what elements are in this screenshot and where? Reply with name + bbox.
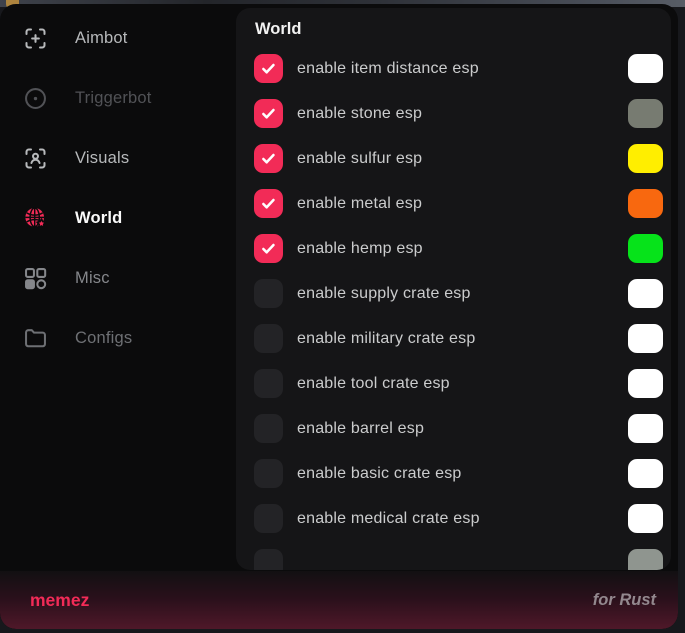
- sidebar-item-triggerbot[interactable]: Triggerbot: [0, 68, 236, 128]
- option-label: enable metal esp: [297, 195, 614, 213]
- brand-name: memez: [30, 590, 89, 611]
- options-list: enable item distance esp enable stone es…: [254, 46, 663, 570]
- color-swatch[interactable]: [628, 504, 663, 533]
- option-label: enable supply crate esp: [297, 285, 614, 303]
- option-row: enable basic crate esp: [254, 451, 663, 496]
- option-row: enable item distance esp: [254, 46, 663, 91]
- option-row: enable hemp esp: [254, 226, 663, 271]
- circle-dot-icon: [22, 85, 49, 112]
- option-label: enable sulfur esp: [297, 150, 614, 168]
- world-settings-panel[interactable]: World enable item distance esp enable st…: [236, 8, 671, 570]
- option-row: enable barrel esp: [254, 406, 663, 451]
- color-swatch[interactable]: [628, 549, 663, 570]
- esp-checkbox[interactable]: [254, 504, 283, 533]
- esp-checkbox[interactable]: [254, 99, 283, 128]
- option-label: enable military crate esp: [297, 330, 614, 348]
- globe-star-icon: [22, 205, 49, 232]
- esp-checkbox[interactable]: [254, 234, 283, 263]
- footer-bar: memez for Rust: [0, 571, 678, 629]
- option-label: enable item distance esp: [297, 60, 614, 78]
- option-row: [254, 541, 663, 570]
- esp-checkbox[interactable]: [254, 324, 283, 353]
- sidebar-item-world[interactable]: World: [0, 188, 236, 248]
- color-swatch[interactable]: [628, 369, 663, 398]
- crosshair-scan-icon: [22, 25, 49, 52]
- esp-checkbox[interactable]: [254, 279, 283, 308]
- option-label: enable stone esp: [297, 105, 614, 123]
- esp-checkbox[interactable]: [254, 189, 283, 218]
- color-swatch[interactable]: [628, 279, 663, 308]
- sidebar-nav: Aimbot Triggerbot Visuals World Misc Con…: [0, 4, 236, 571]
- option-row: enable military crate esp: [254, 316, 663, 361]
- sidebar-item-aimbot[interactable]: Aimbot: [0, 8, 236, 68]
- esp-checkbox[interactable]: [254, 369, 283, 398]
- content-panel-wrap: World enable item distance esp enable st…: [236, 4, 678, 571]
- sidebar-item-misc[interactable]: Misc: [0, 248, 236, 308]
- option-label: enable hemp esp: [297, 240, 614, 258]
- color-swatch[interactable]: [628, 459, 663, 488]
- esp-checkbox[interactable]: [254, 549, 283, 570]
- category-grid-icon: [22, 265, 49, 292]
- esp-checkbox[interactable]: [254, 144, 283, 173]
- option-row: enable supply crate esp: [254, 271, 663, 316]
- esp-checkbox[interactable]: [254, 459, 283, 488]
- color-swatch[interactable]: [628, 324, 663, 353]
- panel-title: World: [255, 20, 663, 39]
- option-row: enable stone esp: [254, 91, 663, 136]
- option-label: enable basic crate esp: [297, 465, 614, 483]
- option-row: enable tool crate esp: [254, 361, 663, 406]
- player-scan-icon: [22, 145, 49, 172]
- esp-checkbox[interactable]: [254, 414, 283, 443]
- color-swatch[interactable]: [628, 54, 663, 83]
- color-swatch[interactable]: [628, 144, 663, 173]
- option-label: enable tool crate esp: [297, 375, 614, 393]
- color-swatch[interactable]: [628, 189, 663, 218]
- option-label: enable barrel esp: [297, 420, 614, 438]
- sidebar-item-visuals[interactable]: Visuals: [0, 128, 236, 188]
- option-row: enable sulfur esp: [254, 136, 663, 181]
- folder-icon: [22, 325, 49, 352]
- option-row: enable metal esp: [254, 181, 663, 226]
- color-swatch[interactable]: [628, 99, 663, 128]
- color-swatch[interactable]: [628, 234, 663, 263]
- brand-tagline: for Rust: [593, 591, 656, 610]
- cheat-menu-window: Aimbot Triggerbot Visuals World Misc Con…: [0, 4, 678, 629]
- option-row: enable medical crate esp: [254, 496, 663, 541]
- color-swatch[interactable]: [628, 414, 663, 443]
- esp-checkbox[interactable]: [254, 54, 283, 83]
- main-area: Aimbot Triggerbot Visuals World Misc Con…: [0, 4, 678, 571]
- sidebar-item-configs[interactable]: Configs: [0, 308, 236, 368]
- option-label: enable medical crate esp: [297, 510, 614, 528]
